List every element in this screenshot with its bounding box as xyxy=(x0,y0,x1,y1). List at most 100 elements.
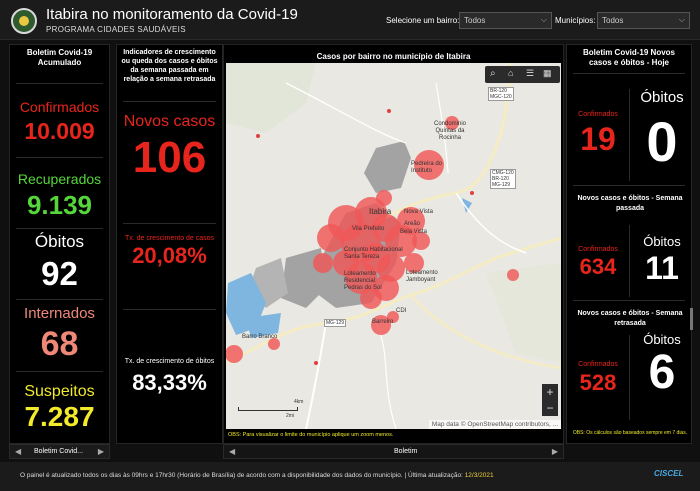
novos-casos-value: 106 xyxy=(132,133,207,182)
footer-update-date: 12/3/2021 xyxy=(464,472,494,479)
retrasada-confirmados-label: Confirmados xyxy=(578,361,618,368)
obitos-label: Óbitos xyxy=(34,232,85,251)
tx-casos-label: Tx. de crescimento de casos xyxy=(124,235,215,242)
basemap-gallery-icon[interactable]: ▦ xyxy=(543,68,552,79)
map-label: Nova Vista xyxy=(404,209,433,215)
divider xyxy=(573,73,685,74)
search-icon[interactable]: ⌕ xyxy=(490,68,496,79)
case-point xyxy=(387,109,391,113)
municipios-select-value: Todos xyxy=(602,16,624,25)
novos-casos-label: Novos casos xyxy=(123,113,216,130)
tab-boletim[interactable]: Boletim xyxy=(394,448,417,455)
map-label: Conjunto Habitacional Santa Tereza xyxy=(344,247,403,260)
divider xyxy=(123,309,216,310)
list-icon[interactable]: ☰ xyxy=(526,68,534,79)
prev-arrow-icon[interactable]: ◀ xyxy=(229,447,235,456)
today-panel: Boletim Covid-19 Novos casos e óbitos - … xyxy=(566,44,692,444)
map-heading: Casos por bairro no município de Itabira xyxy=(316,52,471,61)
case-cluster xyxy=(317,224,345,252)
passada-obitos-value: 11 xyxy=(645,250,679,286)
divider xyxy=(629,335,630,420)
divider xyxy=(629,225,630,297)
map-canvas xyxy=(226,63,561,429)
internados-label: Internados xyxy=(24,305,95,322)
map-label: Itabira xyxy=(369,207,392,216)
footer-text: O painel é atualizado todos os dias às 0… xyxy=(20,472,494,479)
tab-boletim-covid[interactable]: Boletim Covid... xyxy=(34,448,83,455)
map-attribution: Map data © OpenStreetMap contributors, .… xyxy=(428,420,561,429)
scale-mi-label: 2mi xyxy=(286,413,295,419)
passada-heading: Novos casos e óbitos - Semana passada xyxy=(577,195,683,212)
suspeitos-label: Suspeitos xyxy=(24,383,95,400)
right-obs: OBS: Os cálculos são baseados sempre em … xyxy=(572,430,688,436)
today-obitos-label: Óbitos xyxy=(640,89,684,106)
bairro-label: Selecione um bairro: xyxy=(386,16,460,25)
prev-arrow-icon[interactable]: ◀ xyxy=(15,447,21,456)
page-subtitle: PROGRAMA CIDADES SAUDÁVEIS xyxy=(46,25,186,34)
divider xyxy=(16,299,103,300)
accumulated-heading: Boletim Covid-19 Acumulado xyxy=(26,48,93,67)
next-arrow-icon[interactable]: ▶ xyxy=(552,447,558,456)
scrollbar-thumb[interactable] xyxy=(690,308,693,330)
zoom-out-button[interactable]: − xyxy=(542,400,558,416)
road-shield: MG-129 xyxy=(324,319,347,327)
divider xyxy=(573,185,685,186)
home-icon[interactable]: ⌂ xyxy=(508,68,513,78)
map-label: Loteamento Jamboyant xyxy=(406,270,438,283)
map-label: Pedreira do Instituto xyxy=(411,161,443,174)
divider xyxy=(629,89,630,181)
tx-obitos-value: 83,33% xyxy=(132,370,207,395)
recuperados-label: Recuperados xyxy=(17,171,102,187)
municipios-label: Municípios: xyxy=(555,16,596,25)
case-point xyxy=(470,191,474,195)
recuperados-value: 9.139 xyxy=(26,190,93,220)
tx-obitos-label: Tx. de crescimento de óbitos xyxy=(124,358,215,365)
map-label: CDI xyxy=(396,308,407,314)
cases-map[interactable]: Condominio Quintas da Rocinha Pedreira d… xyxy=(226,63,561,429)
road-shield: BR-120 MGC-120 xyxy=(488,87,514,101)
retrasada-heading: Novos casos e óbitos - Semana retrasada xyxy=(577,310,683,327)
divider xyxy=(16,228,103,229)
divider xyxy=(16,371,103,372)
today-confirmados-value: 19 xyxy=(580,121,616,157)
header-bar: Itabira no monitoramento da Covid-19 PRO… xyxy=(0,0,700,40)
map-tabbar: ◀ Boletim ▶ xyxy=(223,444,564,459)
internados-value: 68 xyxy=(40,325,79,363)
scale-km-label: 4km xyxy=(294,399,304,405)
chevron-down-icon: ⌵ xyxy=(540,15,547,24)
map-label: Areão xyxy=(404,221,421,227)
map-toolbar: ⌕ ⌂ ☰ ▦ xyxy=(485,66,560,83)
divider xyxy=(123,223,216,224)
obitos-value: 92 xyxy=(41,255,78,292)
indicators-panel: Indicadores de crescimento ou queda dos … xyxy=(116,44,223,444)
footer-bar: O painel é atualizado todos os dias às 0… xyxy=(0,462,700,491)
today-confirmados-label: Confirmados xyxy=(578,111,618,118)
suspeitos-value: 7.287 xyxy=(24,401,95,432)
today-obitos-value: 0 xyxy=(646,110,678,173)
chevron-down-icon: ⌵ xyxy=(678,15,685,24)
map-label: Bela Vista xyxy=(400,229,427,235)
map-label: Condominio Quintas da Rocinha xyxy=(433,121,467,141)
retrasada-obitos-value: 6 xyxy=(648,346,676,399)
tx-casos-value: 20,08% xyxy=(132,243,207,268)
case-point xyxy=(314,361,318,365)
page-title: Itabira no monitoramento da Covid-19 xyxy=(46,6,298,23)
accumulated-panel: Boletim Covid-19 Acumulado Confirmados 1… xyxy=(9,44,110,444)
map-label: Loteamento Residencial Pedras do Sol xyxy=(344,271,382,291)
map-label: Barro Branco xyxy=(242,334,278,340)
case-cluster xyxy=(313,253,333,273)
zoom-in-button[interactable]: + xyxy=(542,384,558,400)
confirmados-label: Confirmados xyxy=(19,99,100,115)
confirmados-value: 10.009 xyxy=(24,118,95,144)
today-heading: Boletim Covid-19 Novos casos e óbitos - … xyxy=(582,48,675,67)
ciscel-logo: CISCEL xyxy=(654,469,684,478)
municipios-select[interactable]: Todos ⌵ xyxy=(597,12,690,29)
passada-obitos-label: Óbitos xyxy=(643,234,681,249)
map-label: Barreiro xyxy=(372,319,394,325)
divider xyxy=(123,101,216,102)
bairro-select[interactable]: Todos ⌵ xyxy=(459,12,552,29)
divider xyxy=(573,300,685,301)
road-shield-text: MG-129 xyxy=(492,182,511,188)
city-logo xyxy=(11,8,37,34)
next-arrow-icon[interactable]: ▶ xyxy=(98,447,104,456)
